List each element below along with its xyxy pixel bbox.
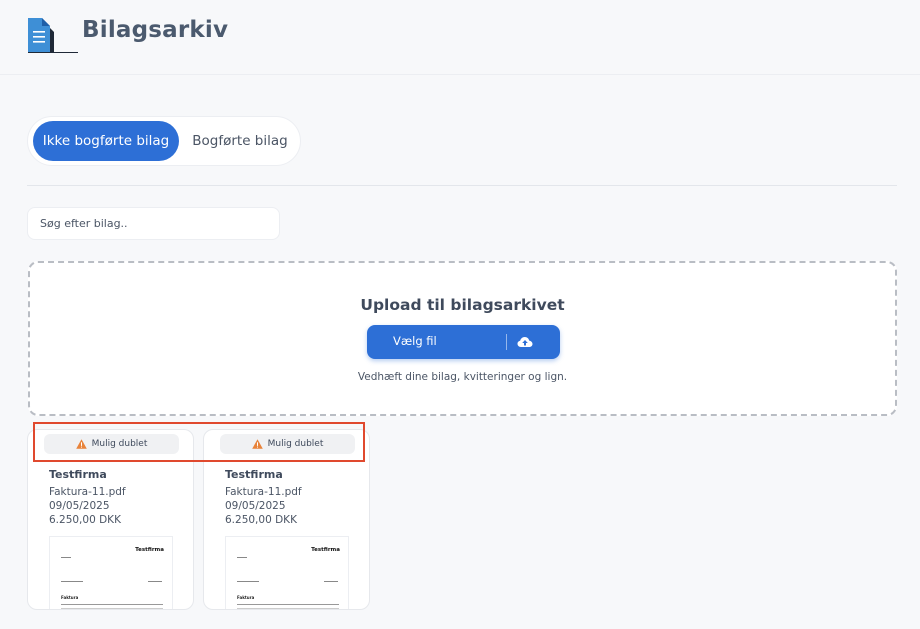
preview-text-line bbox=[61, 581, 83, 582]
app-title: Bilagsarkiv bbox=[82, 17, 229, 43]
preview-text-line bbox=[237, 581, 259, 582]
top-bar: Bilagsarkiv bbox=[0, 0, 920, 75]
voucher-card[interactable]: Mulig dublet Testfirma Faktura-11.pdf 09… bbox=[203, 429, 370, 610]
duplicate-badge-label: Mulig dublet bbox=[91, 439, 148, 449]
preview-text-line bbox=[61, 557, 71, 558]
card-amount: 6.250,00 DKK bbox=[225, 514, 297, 526]
voucher-card[interactable]: Mulig dublet Testfirma Faktura-11.pdf 09… bbox=[27, 429, 194, 610]
preview-heading: Faktura bbox=[61, 595, 79, 600]
preview-text-line bbox=[324, 581, 338, 582]
upload-dropzone[interactable]: Upload til bilagsarkivet Vælg fil Vedhæf… bbox=[28, 261, 897, 416]
card-amount: 6.250,00 DKK bbox=[49, 514, 121, 526]
card-filename: Faktura-11.pdf bbox=[225, 486, 302, 498]
document-preview[interactable]: Testfirma Faktura bbox=[49, 536, 173, 609]
preview-company: Testfirma bbox=[311, 547, 340, 553]
button-separator bbox=[506, 334, 507, 350]
tab-posted-vouchers[interactable]: Bogførte bilag bbox=[184, 121, 296, 161]
upload-title: Upload til bilagsarkivet bbox=[360, 296, 565, 314]
upload-hint: Vedhæft dine bilag, kvitteringer og lign… bbox=[357, 371, 568, 383]
card-company: Testfirma bbox=[49, 468, 107, 481]
duplicate-badge: Mulig dublet bbox=[44, 434, 179, 454]
card-date: 09/05/2025 bbox=[49, 500, 110, 512]
tab-unposted-vouchers[interactable]: Ikke bogførte bilag bbox=[33, 121, 179, 161]
duplicate-badge-label: Mulig dublet bbox=[267, 439, 324, 449]
choose-file-button[interactable]: Vælg fil bbox=[367, 325, 560, 359]
document-icon bbox=[28, 18, 78, 53]
preview-heading: Faktura bbox=[237, 595, 255, 600]
card-company: Testfirma bbox=[225, 468, 283, 481]
document-preview[interactable]: Testfirma Faktura bbox=[225, 536, 349, 609]
divider bbox=[27, 185, 897, 186]
preview-rule bbox=[237, 608, 339, 609]
card-date: 09/05/2025 bbox=[225, 500, 286, 512]
preview-rule bbox=[61, 608, 163, 609]
preview-company: Testfirma bbox=[135, 547, 164, 553]
preview-text-line bbox=[148, 581, 162, 582]
choose-file-label: Vælg fil bbox=[393, 334, 437, 348]
search-input[interactable] bbox=[27, 207, 280, 240]
preview-text-line bbox=[237, 557, 247, 558]
warning-icon bbox=[75, 439, 87, 449]
card-filename: Faktura-11.pdf bbox=[49, 486, 126, 498]
preview-rule bbox=[237, 604, 339, 605]
tab-bar: Ikke bogførte bilag Bogførte bilag bbox=[27, 116, 301, 166]
cloud-upload-icon bbox=[517, 337, 533, 347]
warning-icon bbox=[251, 439, 263, 449]
preview-rule bbox=[61, 604, 163, 605]
duplicate-badge: Mulig dublet bbox=[220, 434, 355, 454]
